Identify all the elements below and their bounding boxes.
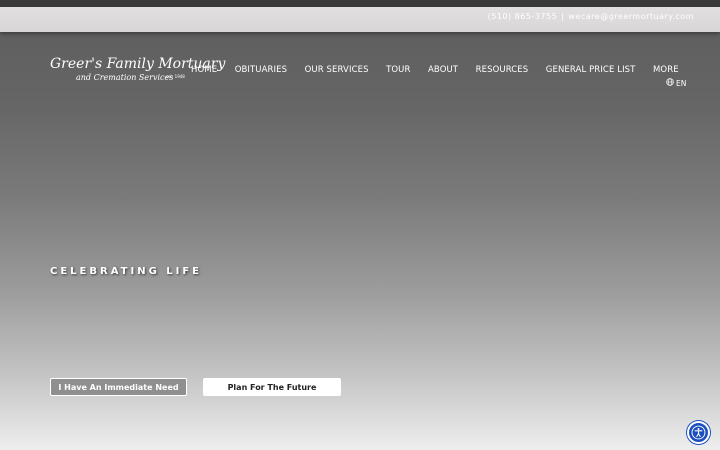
plan-future-button[interactable]: Plan For The Future — [203, 378, 341, 396]
nav-home[interactable]: HOME — [191, 65, 217, 75]
accessibility-button[interactable] — [687, 421, 710, 444]
main-nav: HOME OBITUARIES OUR SERVICES TOUR ABOUT … — [191, 65, 679, 75]
site-logo[interactable]: Greer's Family Mortuary and Cremation Se… — [50, 56, 225, 88]
nav-our-services[interactable]: OUR SERVICES — [305, 65, 369, 75]
nav-more[interactable]: MORE — [653, 65, 679, 75]
contact-row: (510) 865-3755 | wecare@greermortuary.co… — [488, 12, 694, 21]
nav-resources[interactable]: RESOURCES — [476, 65, 529, 75]
nav-general-price-list[interactable]: GENERAL PRICE LIST — [546, 65, 636, 75]
phone-link[interactable]: (510) 865-3755 — [488, 12, 558, 21]
contact-bar: (510) 865-3755 | wecare@greermortuary.co… — [0, 7, 720, 32]
nav-tour[interactable]: TOUR — [386, 65, 410, 75]
language-selector[interactable]: EN — [666, 78, 686, 88]
contact-separator: | — [561, 12, 565, 21]
email-link[interactable]: wecare@greermortuary.com — [568, 12, 694, 21]
nav-obituaries[interactable]: OBITUARIES — [235, 65, 287, 75]
globe-icon — [666, 78, 674, 88]
accessibility-icon — [689, 425, 708, 446]
hero-tagline: CELEBRATING LIFE — [50, 266, 203, 277]
language-label: EN — [676, 78, 687, 88]
logo-est: est. 1948 — [166, 74, 185, 79]
immediate-need-button[interactable]: I Have An Immediate Need — [50, 378, 187, 396]
top-dark-bar — [0, 0, 720, 7]
logo-subtitle: and Cremation Services — [76, 73, 174, 82]
nav-about[interactable]: ABOUT — [428, 65, 458, 75]
